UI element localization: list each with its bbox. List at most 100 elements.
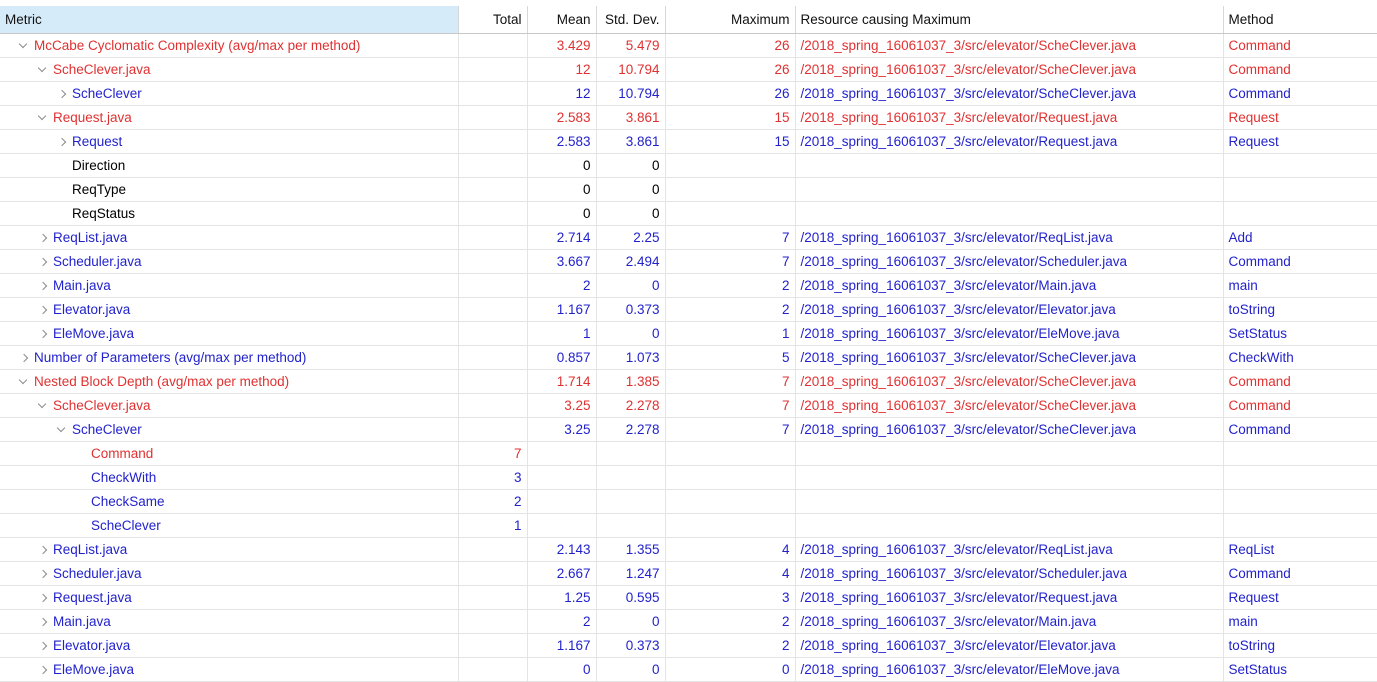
cell-metric[interactable]: Number of Parameters (avg/max per method… xyxy=(0,345,459,370)
table-row[interactable]: Scheduler.java 2.667 1.247 4/2018_spring_16… xyxy=(0,561,1377,586)
cell-metric[interactable]: ReqList.java xyxy=(0,537,459,562)
column-header-metric[interactable]: Metric xyxy=(0,6,459,34)
cell-metric[interactable]: Nested Block Depth (avg/max per method) xyxy=(0,369,459,394)
table-row[interactable]: EleMove.java 1 0 1/2018_spring_16061037_3/s… xyxy=(0,321,1377,346)
cell-metric[interactable]: Main.java xyxy=(0,609,459,634)
cell-metric[interactable]: Elevator.java xyxy=(0,297,459,322)
cell-method: toString xyxy=(1223,297,1377,322)
column-header-mean[interactable]: Mean xyxy=(527,6,597,34)
chevron-right-icon[interactable] xyxy=(34,658,53,681)
chevron-right-icon[interactable] xyxy=(53,130,72,153)
table-row[interactable]: ScheClever 3.25 2.278 7/2018_spring_1606103… xyxy=(0,417,1377,442)
chevron-right-icon[interactable] xyxy=(34,538,53,561)
chevron-down-icon[interactable] xyxy=(34,106,53,129)
chevron-down-icon[interactable] xyxy=(15,370,34,393)
chevron-right-icon[interactable] xyxy=(34,562,53,585)
table-row[interactable]: ScheClever.java 12 10.794 26/2018_spring_16… xyxy=(0,57,1377,82)
cell-metric[interactable]: EleMove.java xyxy=(0,657,459,682)
cell-resource: /2018_spring_16061037_3/src/elevator/Ele… xyxy=(795,657,1224,682)
table-row[interactable]: ScheClever.java 3.25 2.278 7/2018_spring_16… xyxy=(0,393,1377,418)
table-row[interactable]: CheckWith 3 xyxy=(0,465,1377,490)
cell-metric[interactable]: ReqType xyxy=(0,177,459,202)
cell-metric[interactable]: ScheClever.java xyxy=(0,393,459,418)
chevron-down-icon[interactable] xyxy=(53,418,72,441)
cell-total xyxy=(458,249,528,274)
cell-resource: /2018_spring_16061037_3/src/elevator/Req… xyxy=(795,129,1224,154)
cell-metric[interactable]: McCabe Cyclomatic Complexity (avg/max pe… xyxy=(0,33,459,58)
table-row[interactable]: Main.java 2 0 2/2018_spring_16061037_3/src/… xyxy=(0,273,1377,298)
table-row[interactable]: McCabe Cyclomatic Complexity (avg/max pe… xyxy=(0,33,1377,58)
chevron-right-icon[interactable] xyxy=(34,322,53,345)
cell-metric[interactable]: Direction xyxy=(0,153,459,178)
chevron-down-icon[interactable] xyxy=(34,394,53,417)
cell-metric[interactable]: Elevator.java xyxy=(0,633,459,658)
table-row[interactable]: ReqList.java 2.714 2.25 7/2018_spring_16061… xyxy=(0,225,1377,250)
cell-metric[interactable]: Command xyxy=(0,441,459,466)
cell-metric[interactable]: ScheClever xyxy=(0,513,459,538)
cell-resource: /2018_spring_16061037_3/src/elevator/Sch… xyxy=(795,561,1224,586)
chevron-down-icon[interactable] xyxy=(15,34,34,57)
cell-metric[interactable]: Request.java xyxy=(0,585,459,610)
table-row[interactable]: Request 2.583 3.861 15/2018_spring_16061037… xyxy=(0,129,1377,154)
cell-resource: /2018_spring_16061037_3/src/elevator/Sch… xyxy=(795,393,1224,418)
cell-metric[interactable]: ScheClever.java xyxy=(0,57,459,82)
table-row[interactable]: Direction 0 0 xyxy=(0,153,1377,178)
column-header-maximum[interactable]: Maximum xyxy=(665,6,796,34)
table-row[interactable]: Request.java 1.25 0.595 3/2018_spring_16061… xyxy=(0,585,1377,610)
cell-resource: /2018_spring_16061037_3/src/elevator/Ele… xyxy=(795,297,1224,322)
chevron-right-icon[interactable] xyxy=(15,346,34,369)
column-header-method[interactable]: Method xyxy=(1223,6,1377,34)
column-header-resource[interactable]: Resource causing Maximum xyxy=(795,6,1224,34)
cell-method xyxy=(1223,465,1377,490)
cell-resource: /2018_spring_16061037_3/src/elevator/Sch… xyxy=(795,249,1224,274)
chevron-right-icon[interactable] xyxy=(34,274,53,297)
table-row[interactable]: Elevator.java 1.167 0.373 2/2018_spring_160… xyxy=(0,297,1377,322)
chevron-right-icon[interactable] xyxy=(34,298,53,321)
cell-maximum: 7 xyxy=(665,225,796,250)
chevron-right-icon[interactable] xyxy=(53,82,72,105)
cell-mean: 2.583 xyxy=(527,129,597,154)
cell-total: 2 xyxy=(458,489,528,514)
table-row[interactable]: Command 7 xyxy=(0,441,1377,466)
chevron-right-icon[interactable] xyxy=(34,226,53,249)
cell-total xyxy=(458,57,528,82)
table-row[interactable]: ScheClever 1 xyxy=(0,513,1377,538)
chevron-down-icon[interactable] xyxy=(34,58,53,81)
cell-metric[interactable]: CheckWith xyxy=(0,465,459,490)
cell-metric[interactable]: Request.java xyxy=(0,105,459,130)
table-row[interactable]: Request.java 2.583 3.861 15/2018_spring_160… xyxy=(0,105,1377,130)
cell-metric[interactable]: Scheduler.java xyxy=(0,561,459,586)
column-header-total[interactable]: Total xyxy=(458,6,528,34)
table-row[interactable]: CheckSame 2 xyxy=(0,489,1377,514)
table-row[interactable]: Number of Parameters (avg/max per method… xyxy=(0,345,1377,370)
table-row[interactable]: ReqType 0 0 xyxy=(0,177,1377,202)
chevron-right-icon[interactable] xyxy=(34,586,53,609)
cell-method: Add xyxy=(1223,225,1377,250)
cell-metric[interactable]: ScheClever xyxy=(0,81,459,106)
cell-metric[interactable]: Scheduler.java xyxy=(0,249,459,274)
table-row[interactable]: Main.java 2 0 2/2018_spring_16061037_3/src/… xyxy=(0,609,1377,634)
cell-metric[interactable]: Request xyxy=(0,129,459,154)
table-row[interactable]: Nested Block Depth (avg/max per method) 1… xyxy=(0,369,1377,394)
table-row[interactable]: ScheClever 12 10.794 26/2018_spring_1606103… xyxy=(0,81,1377,106)
cell-metric[interactable]: ReqStatus xyxy=(0,201,459,226)
chevron-right-icon[interactable] xyxy=(34,634,53,657)
cell-maximum: 15 xyxy=(665,105,796,130)
table-row[interactable]: Elevator.java 1.167 0.373 2/2018_spring_160… xyxy=(0,633,1377,658)
cell-metric[interactable]: EleMove.java xyxy=(0,321,459,346)
table-row[interactable]: ReqList.java 2.143 1.355 4/2018_spring_1606… xyxy=(0,537,1377,562)
cell-metric[interactable]: Main.java xyxy=(0,273,459,298)
cell-metric[interactable]: ReqList.java xyxy=(0,225,459,250)
metric-label: EleMove.java xyxy=(53,661,135,677)
column-header-stddev[interactable]: Std. Dev. xyxy=(596,6,666,34)
cell-total xyxy=(458,297,528,322)
cell-stddev: 0 xyxy=(596,273,666,298)
table-row[interactable]: Scheduler.java 3.667 2.494 7/2018_spring_16… xyxy=(0,249,1377,274)
cell-metric[interactable]: CheckSame xyxy=(0,489,459,514)
table-row[interactable]: EleMove.java 0 0 0/2018_spring_16061037_3/s… xyxy=(0,657,1377,682)
table-row[interactable]: ReqStatus 0 0 xyxy=(0,201,1377,226)
chevron-right-icon[interactable] xyxy=(34,610,53,633)
chevron-right-icon[interactable] xyxy=(34,250,53,273)
cell-metric[interactable]: ScheClever xyxy=(0,417,459,442)
cell-resource: /2018_spring_16061037_3/src/elevator/Ele… xyxy=(795,321,1224,346)
